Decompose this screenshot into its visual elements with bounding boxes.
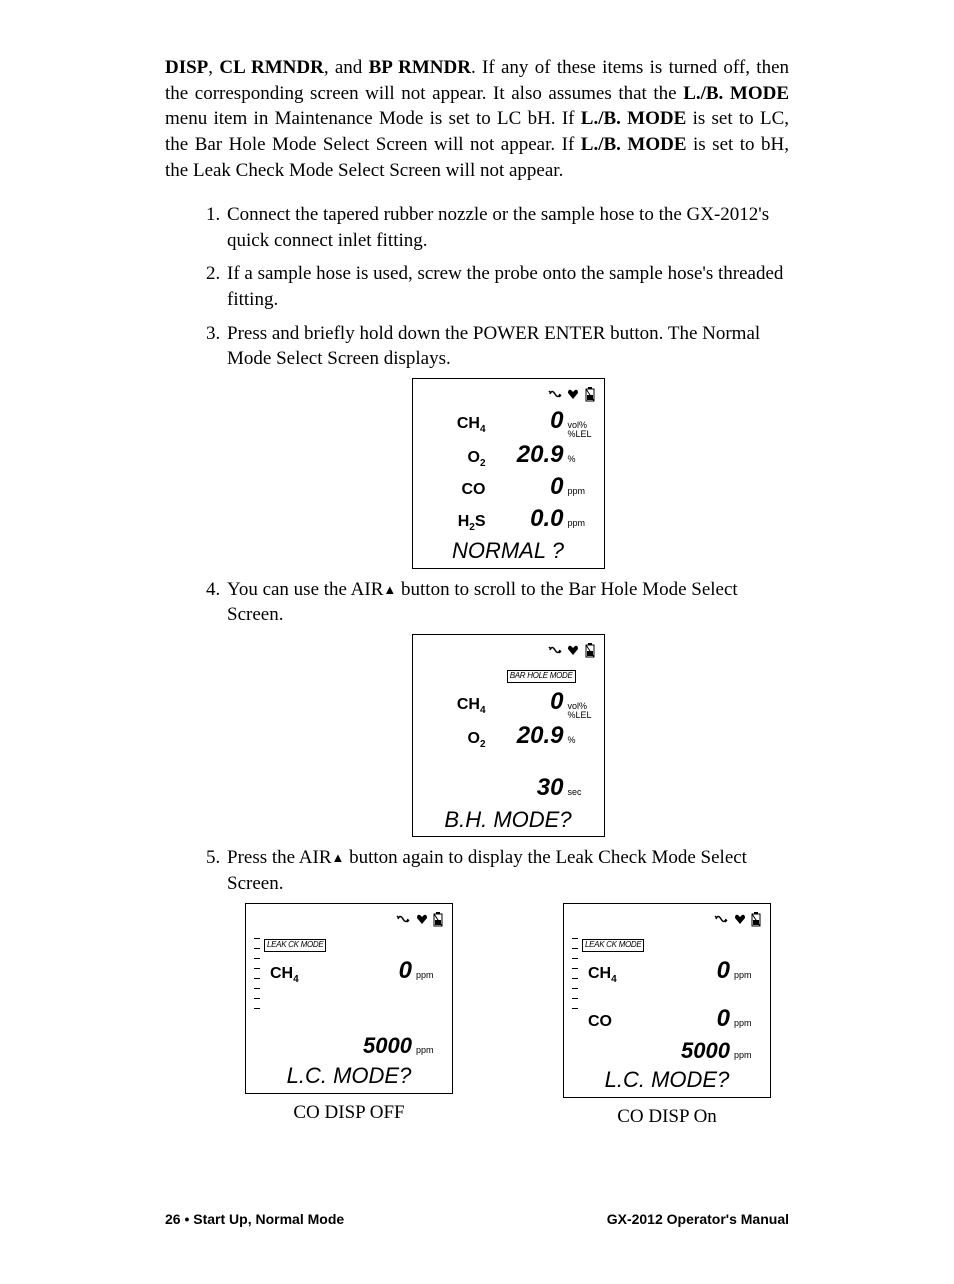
row-ch4: CH4 0 vol%%LEL xyxy=(421,405,596,439)
mode-label: BAR HOLE MODE xyxy=(507,670,576,683)
lcd-lc-off-block: LEAK CK MODE CH4 0 ppm 5000 ppm xyxy=(245,897,453,1130)
step-2: If a sample hose is used, screw the prob… xyxy=(225,261,789,312)
caption-off: CO DISP OFF xyxy=(245,1100,453,1126)
lcd-lc-off: LEAK CK MODE CH4 0 ppm 5000 ppm xyxy=(245,903,453,1094)
scale-icon xyxy=(572,929,580,1009)
row-ch4: CH4 0 ppm xyxy=(582,955,762,987)
mode-label: LEAK CK MODE xyxy=(582,939,644,952)
caption-on: CO DISP On xyxy=(563,1104,771,1130)
up-triangle-icon: ▲ xyxy=(332,849,345,867)
lcd-footer: NORMAL ? xyxy=(421,536,596,568)
battery-icon xyxy=(584,642,596,658)
mode-label: LEAK CK MODE xyxy=(264,939,326,952)
lcd-normal: CH4 0 vol%%LEL O2 20.9 % CO 0 ppm H2S 0.… xyxy=(412,378,605,568)
step-4: You can use the AIR▲ button to scroll to… xyxy=(225,577,789,838)
status-icons xyxy=(421,639,596,661)
row-co: CO 0 ppm xyxy=(421,471,596,503)
row-h2s: H2S 0.0 ppm xyxy=(421,503,596,535)
footer-right: GX-2012 Operator's Manual xyxy=(607,1210,789,1229)
status-icons xyxy=(254,908,444,930)
kw-lb1: L./B. MODE xyxy=(683,83,789,104)
lcd-lc-on: LEAK CK MODE CH4 0 ppm CO 0 ppm xyxy=(563,903,771,1098)
kw-bp: BP RMNDR xyxy=(369,57,471,78)
row-ch4: CH4 0 vol%%LEL xyxy=(421,686,596,720)
intro-paragraph: DISP, CL RMNDR, and BP RMNDR. If any of … xyxy=(165,55,789,183)
row-sec: 30 sec xyxy=(421,772,596,804)
row-co: CO 0 ppm xyxy=(582,1003,762,1035)
scale-icon xyxy=(254,929,262,1009)
row-range: 5000 ppm xyxy=(264,1031,444,1061)
lcd-barhole: BAR HOLE MODE CH4 0 vol%%LEL O2 20.9 % 3… xyxy=(412,634,605,838)
kw-lb2: L./B. MODE xyxy=(581,108,687,129)
row-range: 5000 ppm xyxy=(582,1036,762,1066)
footer-left: 26 • Start Up, Normal Mode xyxy=(165,1210,344,1229)
up-triangle-icon: ▲ xyxy=(383,581,396,599)
battery-icon xyxy=(584,386,596,402)
status-icons xyxy=(421,383,596,405)
pump-icon xyxy=(547,643,563,657)
heart-icon xyxy=(566,643,580,657)
heart-icon xyxy=(733,912,747,926)
kw-lb3: L./B. MODE xyxy=(581,134,687,155)
pump-icon xyxy=(547,387,563,401)
pump-icon xyxy=(395,912,411,926)
step-3: Press and briefly hold down the POWER EN… xyxy=(225,321,789,569)
lcd-footer: B.H. MODE? xyxy=(421,805,596,837)
heart-icon xyxy=(415,912,429,926)
page-footer: 26 • Start Up, Normal Mode GX-2012 Opera… xyxy=(165,1210,789,1229)
lcd-footer: L.C. MODE? xyxy=(254,1061,444,1093)
row-ch4: CH4 0 ppm xyxy=(264,955,444,987)
pump-icon xyxy=(713,912,729,926)
heart-icon xyxy=(566,387,580,401)
steps-list: Connect the tapered rubber nozzle or the… xyxy=(165,202,789,1130)
lcd-lc-on-block: LEAK CK MODE CH4 0 ppm CO 0 ppm xyxy=(563,897,771,1130)
battery-icon xyxy=(750,911,762,927)
kw-disp: DISP xyxy=(165,57,208,78)
step-5: Press the AIR▲ button again to display t… xyxy=(225,845,789,1129)
step-1: Connect the tapered rubber nozzle or the… xyxy=(225,202,789,253)
battery-icon xyxy=(432,911,444,927)
lcd-footer: L.C. MODE? xyxy=(572,1065,762,1097)
kw-cl: CL RMNDR xyxy=(219,57,323,78)
row-o2: O2 20.9 % xyxy=(421,720,596,752)
status-icons xyxy=(572,908,762,930)
row-o2: O2 20.9 % xyxy=(421,439,596,471)
